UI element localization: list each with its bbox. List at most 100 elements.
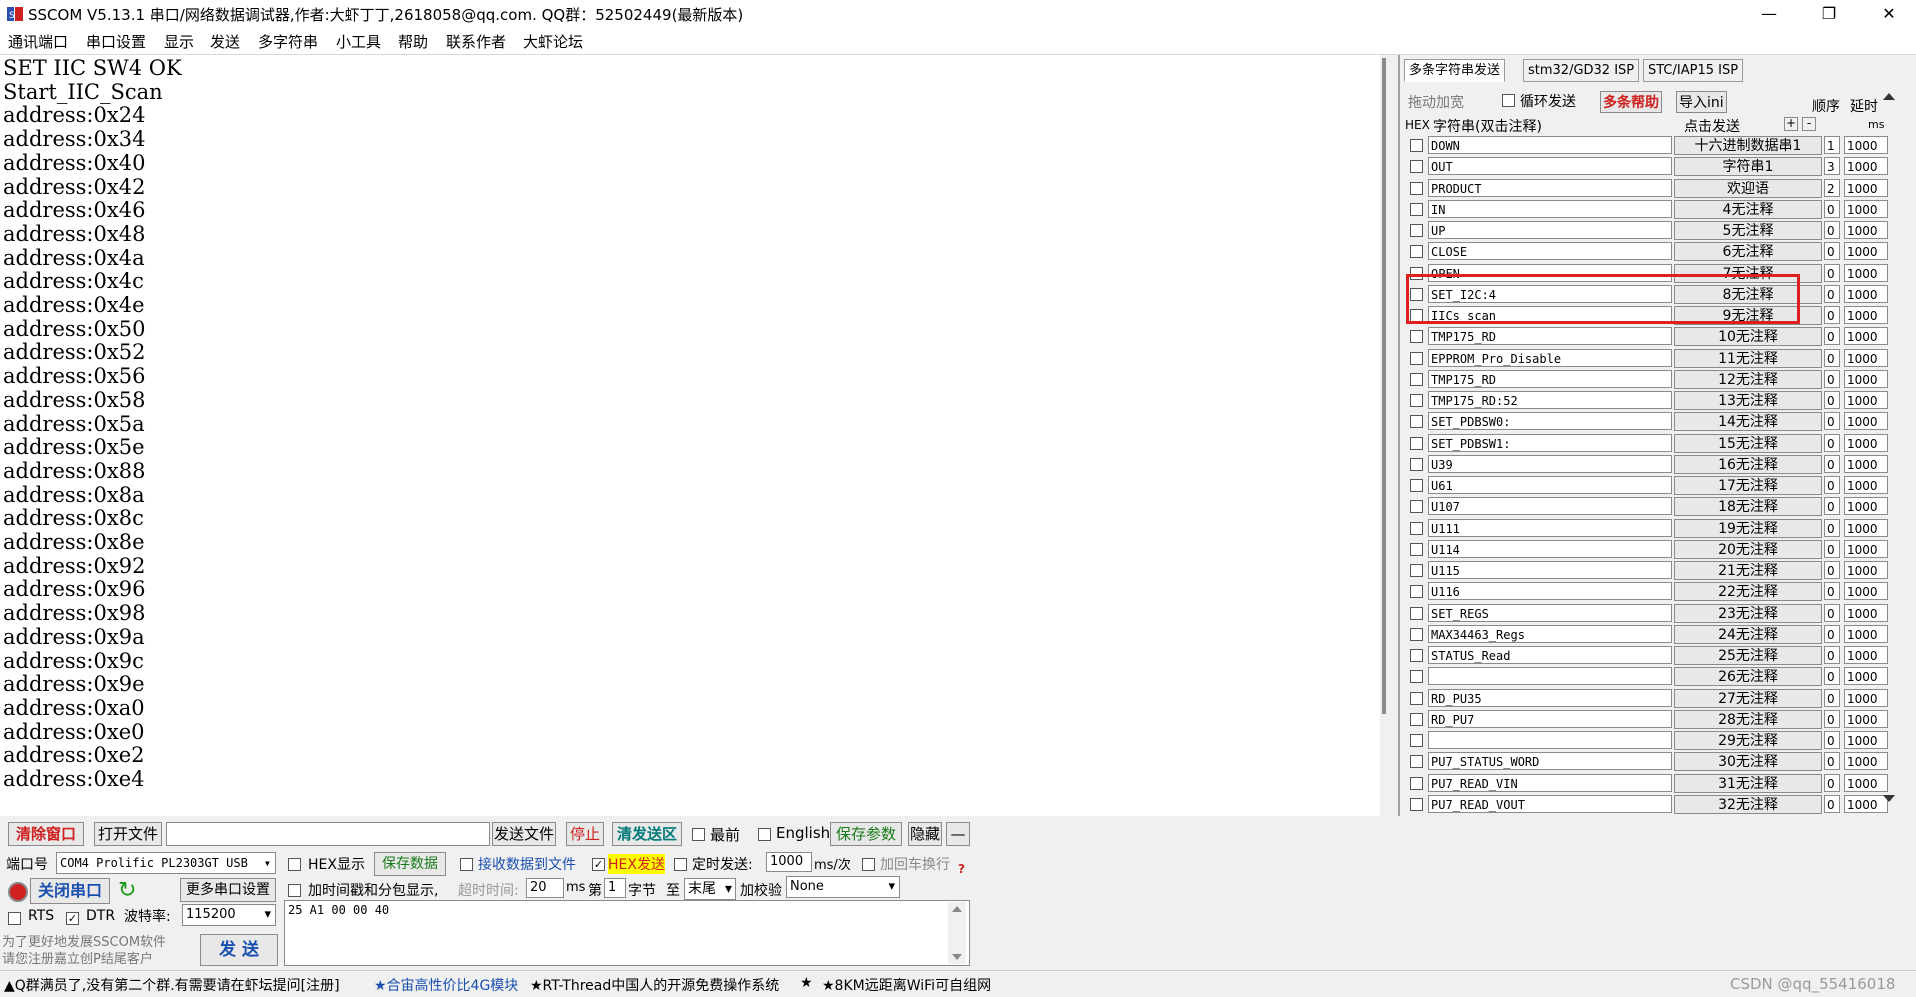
row-string-input[interactable]: PU7_READ_VIN (1428, 774, 1672, 792)
row-send-button[interactable]: 12无注释 (1674, 370, 1822, 389)
drag-widen-label[interactable]: 拖动加宽 (1408, 92, 1464, 112)
tab-stm32-isp[interactable]: stm32/GD32 ISP (1523, 59, 1640, 82)
row-order-input[interactable]: 0 (1824, 412, 1840, 430)
receive-scroll-thumb[interactable] (1382, 58, 1386, 714)
promo-text[interactable]: 为了更好地发展SSCOM软件 请您注册嘉立创P结尾客户 (2, 934, 182, 968)
row-send-button[interactable]: 19无注释 (1674, 519, 1822, 538)
row-string-input[interactable] (1428, 731, 1672, 749)
row-send-button[interactable]: 24无注释 (1674, 625, 1822, 644)
row-order-input[interactable]: 2 (1824, 179, 1840, 197)
row-order-input[interactable]: 0 (1824, 349, 1840, 367)
row-hex-checkbox[interactable] (1410, 628, 1423, 641)
row-send-button[interactable]: 4无注释 (1674, 200, 1822, 219)
menu-send[interactable]: 发送 (210, 31, 240, 52)
row-order-input[interactable]: 0 (1824, 519, 1840, 537)
row-send-button[interactable]: 15无注释 (1674, 434, 1822, 453)
row-send-button[interactable]: 31无注释 (1674, 774, 1822, 793)
row-order-input[interactable]: 0 (1824, 497, 1840, 515)
row-hex-checkbox[interactable] (1410, 564, 1423, 577)
row-order-input[interactable]: 0 (1824, 476, 1840, 494)
row-order-input[interactable]: 0 (1824, 731, 1840, 749)
row-order-input[interactable]: 0 (1824, 604, 1840, 622)
save-data-button[interactable]: 保存数据 (374, 852, 446, 876)
recv-to-file-checkbox[interactable] (460, 858, 473, 871)
end-select[interactable]: 末尾 ▾ (684, 878, 736, 900)
row-string-input[interactable]: U107 (1428, 497, 1672, 515)
row-order-input[interactable]: 0 (1824, 752, 1840, 770)
row-hex-checkbox[interactable] (1410, 522, 1423, 535)
hide-button[interactable]: 隐藏 (908, 822, 942, 846)
row-hex-checkbox[interactable] (1410, 585, 1423, 598)
row-order-input[interactable]: 0 (1824, 710, 1840, 728)
send-file-button[interactable]: 发送文件 (492, 822, 556, 846)
row-hex-checkbox[interactable] (1410, 139, 1423, 152)
save-params-button[interactable]: 保存参数 (830, 822, 902, 846)
row-hex-checkbox[interactable] (1410, 777, 1423, 790)
row-send-button[interactable]: 18无注释 (1674, 497, 1822, 516)
row-send-button[interactable]: 20无注释 (1674, 540, 1822, 559)
timestamp-checkbox[interactable] (288, 884, 301, 897)
timed-send-checkbox[interactable] (674, 858, 687, 871)
row-string-input[interactable]: SET_REGS (1428, 604, 1672, 622)
row-send-button[interactable]: 14无注释 (1674, 412, 1822, 431)
file-path-field[interactable] (166, 822, 490, 846)
stop-button[interactable]: 停止 (566, 822, 604, 846)
baud-select[interactable]: 115200 ▾ (182, 904, 276, 926)
row-hex-checkbox[interactable] (1410, 352, 1423, 365)
row-send-button[interactable]: 十六进制数据串1 (1674, 136, 1822, 155)
clear-send-button[interactable]: 清发送区 (612, 822, 682, 846)
hex-display-checkbox[interactable] (288, 858, 301, 871)
row-order-input[interactable]: 0 (1824, 625, 1840, 643)
row-string-input[interactable]: OUT (1428, 157, 1672, 175)
row-order-input[interactable]: 0 (1824, 327, 1840, 345)
import-ini-button[interactable]: 导入ini (1676, 91, 1727, 113)
dtr-checkbox[interactable]: ✓ (66, 912, 79, 925)
panel-scrollbar[interactable] (1880, 90, 1898, 810)
add-newline-checkbox[interactable] (862, 858, 875, 871)
row-string-input[interactable]: U61 (1428, 476, 1672, 494)
row-send-button[interactable]: 23无注释 (1674, 604, 1822, 623)
row-string-input[interactable]: STATUS_Read (1428, 646, 1672, 664)
status-qq-notice[interactable]: ▲Q群满员了,没有第二个群.有需要请在虾坛提问[注册] (4, 975, 340, 995)
topmost-checkbox[interactable] (692, 828, 705, 841)
row-string-input[interactable]: IN (1428, 200, 1672, 218)
row-order-input[interactable]: 0 (1824, 370, 1840, 388)
row-hex-checkbox[interactable] (1410, 649, 1423, 662)
row-string-input[interactable]: RD_PU35 (1428, 689, 1672, 707)
row-hex-checkbox[interactable] (1410, 160, 1423, 173)
status-wifi-link[interactable]: ★8KM远距离WiFi可自组网 (822, 975, 991, 995)
menu-comm-port[interactable]: 通讯端口 (8, 31, 68, 52)
minimize-button[interactable]: — (1746, 0, 1792, 28)
row-order-input[interactable]: 3 (1824, 157, 1840, 175)
row-order-input[interactable]: 0 (1824, 200, 1840, 218)
timeout-input[interactable]: 20 (526, 878, 564, 898)
row-string-input[interactable]: CLOSE (1428, 242, 1672, 260)
more-settings-button[interactable]: 更多串口设置 (180, 878, 276, 902)
row-hex-checkbox[interactable] (1410, 734, 1423, 747)
row-send-button[interactable]: 27无注释 (1674, 689, 1822, 708)
row-hex-checkbox[interactable] (1410, 755, 1423, 768)
row-send-button[interactable]: 6无注释 (1674, 242, 1822, 261)
row-order-input[interactable]: 0 (1824, 242, 1840, 260)
send-scrollbar[interactable] (948, 902, 966, 964)
row-string-input[interactable]: PRODUCT (1428, 179, 1672, 197)
row-hex-checkbox[interactable] (1410, 670, 1423, 683)
row-send-button[interactable]: 26无注释 (1674, 667, 1822, 686)
row-hex-checkbox[interactable] (1410, 543, 1423, 556)
row-send-button[interactable]: 21无注释 (1674, 561, 1822, 580)
row-order-input[interactable]: 0 (1824, 582, 1840, 600)
row-send-button[interactable]: 32无注释 (1674, 795, 1822, 814)
port-select[interactable]: COM4 Prolific PL2303GT USB ▾ (56, 852, 276, 874)
row-send-button[interactable]: 5无注释 (1674, 221, 1822, 240)
menu-display[interactable]: 显示 (164, 31, 194, 52)
row-send-button[interactable]: 11无注释 (1674, 349, 1822, 368)
row-order-input[interactable]: 0 (1824, 455, 1840, 473)
row-hex-checkbox[interactable] (1410, 607, 1423, 620)
row-send-button[interactable]: 28无注释 (1674, 710, 1822, 729)
refresh-icon[interactable]: ↻ (118, 878, 136, 903)
row-hex-checkbox[interactable] (1410, 203, 1423, 216)
row-string-input[interactable]: U115 (1428, 561, 1672, 579)
menu-contact[interactable]: 联系作者 (446, 31, 506, 52)
row-order-input[interactable]: 0 (1824, 646, 1840, 664)
status-rtthread-link[interactable]: ★RT-Thread中国人的开源免费操作系统 (530, 975, 779, 995)
